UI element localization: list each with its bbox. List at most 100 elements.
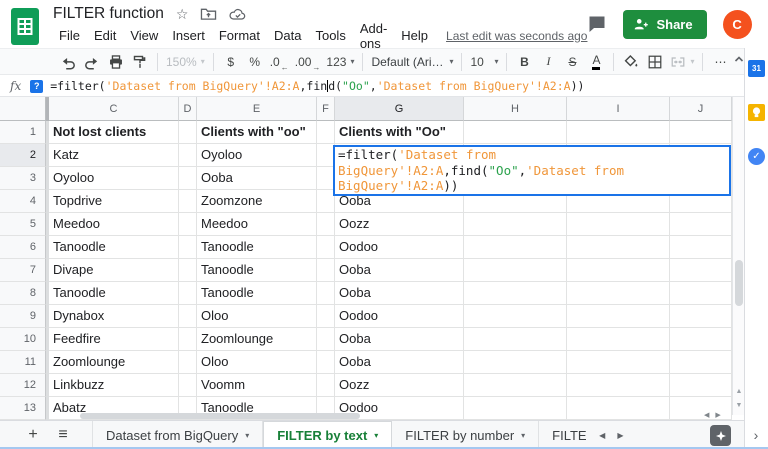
strikethrough-button[interactable]: S [560,51,584,73]
row-header-7[interactable]: 7 [0,259,46,282]
menu-file[interactable]: File [53,27,86,44]
column-header-H[interactable]: H [464,97,567,121]
cell-H11[interactable] [464,351,567,374]
cell-G1[interactable]: Clients with "Oo" [335,121,464,144]
number-format-button[interactable]: 123 ▾ [323,51,357,73]
cell-G9[interactable]: Oodoo [335,305,464,328]
cell-F9[interactable] [317,305,335,328]
font-select[interactable]: Default (Ari… ▾ [368,51,456,73]
show-side-panel-button[interactable]: › [744,427,768,443]
cell-H8[interactable] [464,282,567,305]
tab-scroll-left-icon[interactable]: ◀ [599,431,605,440]
cell-C2[interactable]: Katz [49,144,179,167]
menu-help[interactable]: Help [395,27,434,44]
cell-C4[interactable]: Topdrive [49,190,179,213]
cell-E12[interactable]: Voomm [197,374,317,397]
cell-E1[interactable]: Clients with "oo" [197,121,317,144]
text-color-button[interactable]: A [584,51,608,73]
menu-format[interactable]: Format [213,27,266,44]
column-header-I[interactable]: I [567,97,670,121]
row-header-2[interactable]: 2 [0,144,46,167]
cell-G7[interactable]: Ooba [335,259,464,282]
cell-J10[interactable] [670,328,732,351]
cell-C12[interactable]: Linkbuzz [49,374,179,397]
select-all-corner[interactable] [0,97,46,121]
share-button[interactable]: Share [623,9,707,39]
keep-icon[interactable] [748,104,765,121]
cell-E8[interactable]: Tanoodle [197,282,317,305]
cell-G11[interactable]: Ooba [335,351,464,374]
borders-button[interactable] [643,51,667,73]
row-header-11[interactable]: 11 [0,351,46,374]
cell-D10[interactable] [179,328,197,351]
menu-view[interactable]: View [124,27,164,44]
cell-F10[interactable] [317,328,335,351]
menu-insert[interactable]: Insert [166,27,211,44]
tab-filter[interactable]: FILTER [539,421,587,449]
all-sheets-button[interactable]: ≡ [48,421,78,449]
cell-D12[interactable] [179,374,197,397]
cell-E6[interactable]: Tanoodle [197,236,317,259]
cell-I1[interactable] [567,121,670,144]
cell-E3[interactable]: Ooba [197,167,317,190]
cell-G10[interactable]: Ooba [335,328,464,351]
cell-C10[interactable]: Feedfire [49,328,179,351]
row-header-1[interactable]: 1 [0,121,46,144]
cell-D5[interactable] [179,213,197,236]
cell-F7[interactable] [317,259,335,282]
document-title[interactable]: FILTER function [53,5,164,23]
cell-I13[interactable] [567,397,670,420]
menu-tools[interactable]: Tools [309,27,351,44]
cell-F1[interactable] [317,121,335,144]
cell-D3[interactable] [179,167,197,190]
cell-I5[interactable] [567,213,670,236]
sheets-logo-icon[interactable] [11,7,39,45]
cell-I11[interactable] [567,351,670,374]
italic-button[interactable]: I [536,51,560,73]
cell-D6[interactable] [179,236,197,259]
menu-addons[interactable]: Add-ons [354,20,393,52]
cell-J5[interactable] [670,213,732,236]
cell-J6[interactable] [670,236,732,259]
tab-filter-by-text[interactable]: FILTER by text ▾ [263,421,393,449]
cell-E4[interactable]: Zoomzone [197,190,317,213]
tasks-icon[interactable]: ✓ [748,148,765,165]
increase-decimal-button[interactable]: .00 → [292,51,324,73]
cell-E5[interactable]: Meedoo [197,213,317,236]
merge-cells-button[interactable]: ▾ [667,51,697,73]
move-folder-icon[interactable] [200,6,217,21]
font-size-select[interactable]: 10 ▾ [467,51,501,73]
bold-button[interactable]: B [512,51,536,73]
row-header-13[interactable]: 13 [0,397,46,420]
cell-D4[interactable] [179,190,197,213]
cell-H1[interactable] [464,121,567,144]
scroll-right-icon[interactable]: ▶ [715,411,720,419]
cell-C5[interactable]: Meedoo [49,213,179,236]
row-header-9[interactable]: 9 [0,305,46,328]
cell-H12[interactable] [464,374,567,397]
row-header-12[interactable]: 12 [0,374,46,397]
cell-D9[interactable] [179,305,197,328]
column-header-J[interactable]: J [670,97,732,121]
cell-G6[interactable]: Oodoo [335,236,464,259]
cell-J12[interactable] [670,374,732,397]
cell-I9[interactable] [567,305,670,328]
format-percent-button[interactable]: % [243,51,267,73]
column-header-G[interactable]: G [335,97,464,121]
cell-H5[interactable] [464,213,567,236]
column-header-C[interactable]: C [49,97,179,121]
paint-format-button[interactable] [128,51,152,73]
horizontal-scrollbar-thumb[interactable] [80,413,360,419]
star-icon[interactable]: ☆ [176,7,189,21]
cell-editor-G2[interactable]: =filter('Dataset from BigQuery'!A2:A,find… [333,145,731,196]
column-header-D[interactable]: D [179,97,197,121]
tab-scroll-right-icon[interactable]: ▶ [617,431,623,440]
more-button[interactable]: ⋯ [708,51,732,73]
decrease-decimal-button[interactable]: .0 ← [267,51,292,73]
cell-J13[interactable] [670,397,732,420]
cell-I8[interactable] [567,282,670,305]
comment-history-icon[interactable] [587,14,607,34]
cell-E7[interactable]: Tanoodle [197,259,317,282]
row-header-4[interactable]: 4 [0,190,46,213]
cell-C8[interactable]: Tanoodle [49,282,179,305]
